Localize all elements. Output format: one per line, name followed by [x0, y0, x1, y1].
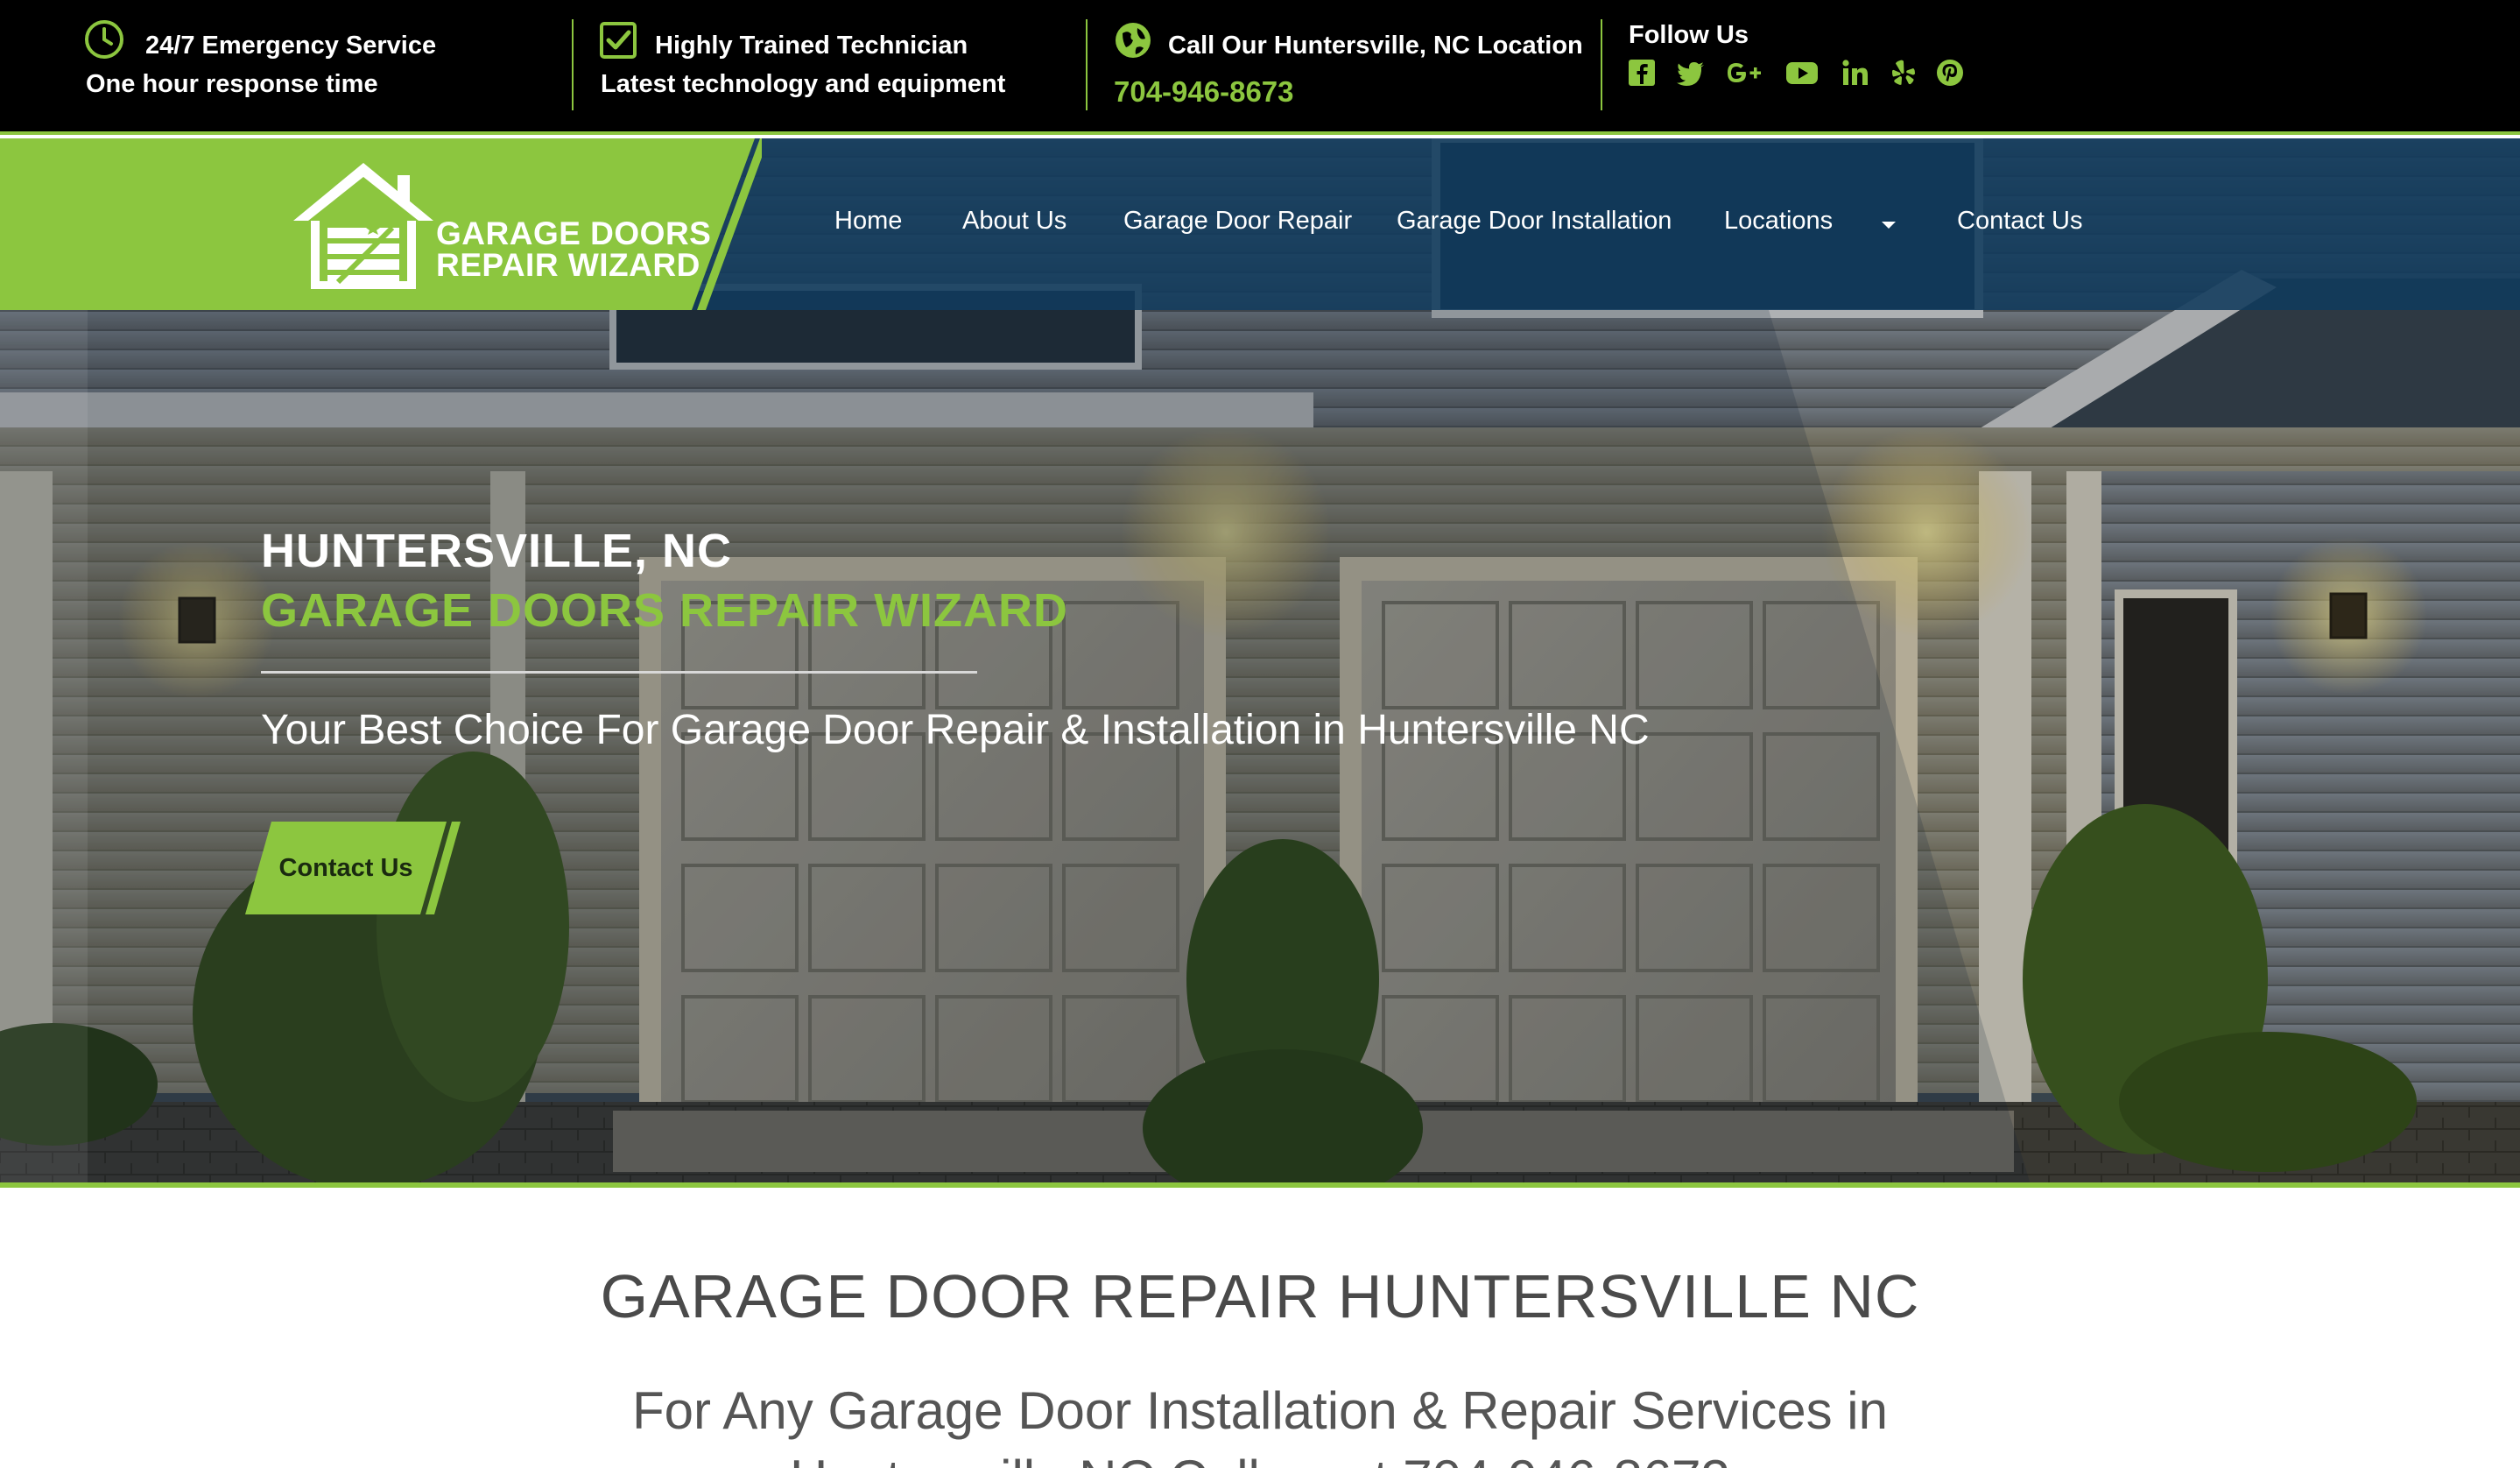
- hero-contact-button-label: Contact Us: [278, 854, 413, 882]
- hero-subtitle: Your Best Choice For Garage Door Repair …: [261, 707, 1650, 753]
- call-title: Call Our Huntersville, NC Location: [1168, 32, 1583, 60]
- clock-icon: [85, 20, 123, 59]
- nav-garage-door-repair[interactable]: Garage Door Repair: [1123, 207, 1352, 236]
- hero-contact-button[interactable]: Contact Us: [245, 822, 464, 914]
- twitter-icon[interactable]: [1676, 58, 1706, 88]
- facebook-icon[interactable]: [1627, 58, 1657, 88]
- nav-locations[interactable]: Locations: [1724, 207, 1833, 236]
- hero-section: GARAGE DOORS REPAIR WIZARD Home About Us…: [0, 138, 2520, 1188]
- youtube-icon[interactable]: [1784, 58, 1820, 88]
- logo-text-line2: REPAIR WIZARD: [436, 247, 700, 283]
- house-logo-icon: [293, 163, 433, 289]
- globe-icon: [1116, 23, 1151, 58]
- emergency-title: 24/7 Emergency Service: [145, 32, 437, 60]
- linkedin-icon[interactable]: [1841, 58, 1870, 88]
- nav-about-us[interactable]: About Us: [962, 207, 1066, 236]
- hero-divider: [261, 671, 977, 674]
- page-subheading-line2: Huntersville NC Call us at 704-946-8673: [0, 1449, 2520, 1468]
- nav-garage-door-installation[interactable]: Garage Door Installation: [1397, 207, 1672, 236]
- emergency-service-info: 24/7 Emergency Service One hour response…: [0, 0, 569, 131]
- emergency-subtitle: One hour response time: [86, 70, 378, 98]
- nav-home[interactable]: Home: [834, 207, 902, 236]
- page-subheading: For Any Garage Door Installation & Repai…: [632, 1381, 1888, 1440]
- page-heading: GARAGE DOOR REPAIR HUNTERSVILLE NC: [600, 1262, 1920, 1330]
- checkbox-icon: [600, 22, 637, 59]
- hero-title-location: HUNTERSVILLE, NC: [261, 525, 733, 577]
- pinterest-icon[interactable]: [1935, 58, 1965, 88]
- technician-title: Highly Trained Technician: [655, 32, 968, 60]
- nav-contact-us[interactable]: Contact Us: [1957, 207, 2082, 236]
- divider: [1086, 19, 1088, 110]
- top-info-bar: 24/7 Emergency Service One hour response…: [0, 0, 2520, 135]
- hero-bottom-border: [0, 1182, 2520, 1188]
- follow-us-title: Follow Us: [1629, 21, 1749, 49]
- chevron-down-icon[interactable]: [1881, 220, 1897, 230]
- navigation-bar: GARAGE DOORS REPAIR WIZARD Home About Us…: [0, 138, 2520, 310]
- call-location-info: Call Our Huntersville, NC Location 704-9…: [1095, 0, 1594, 131]
- hero-title-brand: GARAGE DOORS REPAIR WIZARD: [261, 584, 1069, 637]
- technician-info: Highly Trained Technician Latest technol…: [578, 0, 1086, 131]
- google-plus-icon[interactable]: [1725, 58, 1763, 88]
- yelp-icon[interactable]: [1888, 58, 1918, 88]
- technician-subtitle: Latest technology and equipment: [601, 70, 1006, 98]
- phone-link[interactable]: 704-946-8673: [1114, 75, 1294, 109]
- divider: [572, 19, 574, 110]
- site-logo[interactable]: GARAGE DOORS REPAIR WIZARD: [289, 158, 711, 289]
- divider: [1601, 19, 1602, 110]
